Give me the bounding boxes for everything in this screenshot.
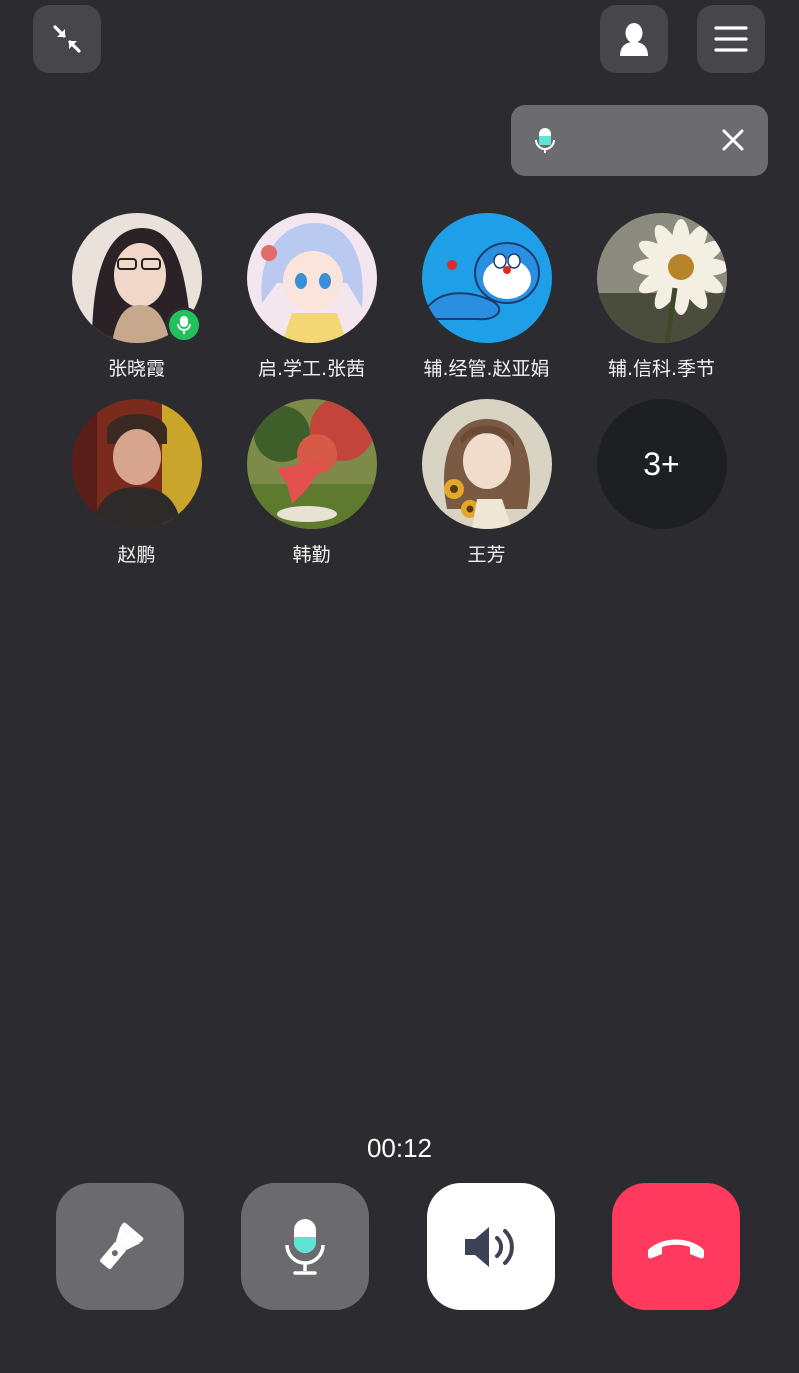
avatar <box>71 213 202 343</box>
hamburger-menu-icon <box>714 26 748 52</box>
microphone-icon <box>535 127 555 153</box>
member-tile[interactable]: 启.学工.张茜 <box>224 213 399 381</box>
avatar <box>596 213 727 343</box>
hang-up-button[interactable] <box>612 1183 740 1310</box>
flashlight-button[interactable] <box>56 1183 184 1310</box>
hang-up-icon <box>648 1239 704 1258</box>
member-name: 辅.信科.季节 <box>607 358 716 380</box>
member-tile[interactable]: 辅.信科.季节 <box>574 213 749 381</box>
member-name: 韩勤 <box>292 544 331 566</box>
flashlight-icon <box>100 1222 144 1269</box>
member-tile[interactable]: 辅.经管.赵亚娟 <box>399 213 574 381</box>
member-grid: 张晓霞 启.学工.张茜 辅.经管.赵亚娟 辅.信科.季节 赵鹏 韩勤 王芳 3+ <box>49 213 749 567</box>
more-members-tile[interactable]: 3+ <box>574 399 749 567</box>
close-icon[interactable] <box>718 125 748 155</box>
avatar <box>246 213 377 343</box>
member-tile[interactable]: 张晓霞 <box>49 213 224 381</box>
microphone-icon <box>176 316 191 334</box>
call-timer: 00:12 <box>366 1133 433 1163</box>
speaker-icon <box>465 1226 514 1267</box>
avatar <box>246 399 377 529</box>
avatar <box>421 213 552 343</box>
member-name: 辅.经管.赵亚娟 <box>423 358 550 380</box>
speaking-badge <box>165 307 202 343</box>
speaking-indicator <box>511 105 768 176</box>
speaker-button[interactable] <box>427 1183 555 1310</box>
member-name: 赵鹏 <box>117 544 156 566</box>
member-tile[interactable]: 韩勤 <box>224 399 399 567</box>
member-tile[interactable]: 王芳 <box>399 399 574 567</box>
member-tile[interactable]: 赵鹏 <box>49 399 224 567</box>
avatar <box>421 399 552 529</box>
avatar <box>71 399 202 529</box>
more-members-count: 3+ <box>596 399 727 529</box>
collapse-arrows-icon <box>53 25 81 53</box>
person-icon <box>620 23 648 56</box>
contacts-button[interactable] <box>600 5 668 73</box>
microphone-button[interactable] <box>241 1183 369 1310</box>
microphone-icon <box>285 1218 325 1275</box>
member-name: 张晓霞 <box>107 358 165 380</box>
menu-button[interactable] <box>697 5 765 73</box>
member-name: 王芳 <box>467 544 506 566</box>
member-name: 启.学工.张茜 <box>257 358 366 380</box>
minimize-button[interactable] <box>33 5 101 73</box>
